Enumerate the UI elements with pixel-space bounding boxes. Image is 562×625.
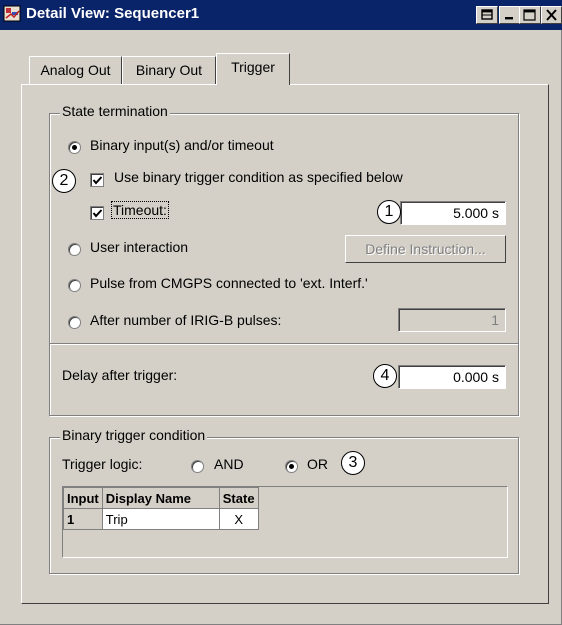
tab-analog-out[interactable]: Analog Out <box>29 56 122 84</box>
table-header-row: Input Display Name State <box>63 487 259 509</box>
window-title: Detail View: Sequencer1 <box>26 5 200 22</box>
close-button[interactable] <box>541 6 562 24</box>
radio-user-interaction[interactable] <box>68 243 81 256</box>
binary-trigger-legend: Binary trigger condition <box>60 427 208 443</box>
minimize-icon <box>505 17 513 20</box>
radio-irig-b-label: After number of IRIG-B pulses: <box>90 312 282 328</box>
column-header-input[interactable]: Input <box>63 487 103 509</box>
callout-1: 1 <box>377 200 401 224</box>
radio-pulse-cmgps-label: Pulse from CMGPS connected to 'ext. Inte… <box>90 275 368 291</box>
app-icon <box>3 4 23 24</box>
check-mark-icon <box>92 176 103 185</box>
state-termination-legend: State termination <box>60 103 170 119</box>
close-icon <box>546 9 557 21</box>
trigger-table: Input Display Name State 1 Trip X <box>63 487 259 530</box>
timeout-checkbox[interactable] <box>90 206 104 220</box>
radio-pulse-cmgps[interactable] <box>68 279 81 292</box>
irig-b-pulses-field[interactable]: 1 <box>398 308 506 332</box>
table-row[interactable]: 1 Trip X <box>63 508 259 530</box>
tab-label: Binary Out <box>135 62 203 78</box>
use-binary-label: Use binary trigger condition as specifie… <box>114 169 403 185</box>
trigger-logic-label: Trigger logic: <box>62 456 143 472</box>
column-header-display-name[interactable]: Display Name <box>101 487 220 509</box>
cell-input: 1 <box>63 508 103 530</box>
delay-separator <box>50 343 518 345</box>
radio-logic-or[interactable] <box>285 460 298 473</box>
radio-logic-and-label: AND <box>214 456 244 472</box>
minimize-button[interactable] <box>499 6 521 24</box>
radio-irig-b[interactable] <box>68 316 81 329</box>
callout-3: 3 <box>341 451 365 475</box>
radio-user-interaction-label: User interaction <box>90 239 189 255</box>
restore-button[interactable] <box>476 6 498 24</box>
delay-after-trigger-field[interactable]: 0.000 s <box>398 365 506 389</box>
callout-2: 2 <box>52 169 76 193</box>
column-header-state[interactable]: State <box>218 487 259 509</box>
tab-binary-out[interactable]: Binary Out <box>122 56 216 84</box>
radio-binary-input-label: Binary input(s) and/or timeout <box>90 137 274 153</box>
radio-logic-and[interactable] <box>191 460 204 473</box>
tab-label: Trigger <box>231 59 275 75</box>
maximize-icon <box>523 9 536 21</box>
tab-label: Analog Out <box>40 62 111 78</box>
use-binary-checkbox[interactable] <box>90 173 104 187</box>
check-mark-icon <box>92 209 103 218</box>
title-bar[interactable]: Detail View: Sequencer1 <box>0 0 562 30</box>
timeout-label: Timeout: <box>111 201 169 219</box>
tab-trigger[interactable]: Trigger <box>216 53 290 85</box>
maximize-button[interactable] <box>519 6 541 24</box>
trigger-inputs-table[interactable]: Input Display Name State 1 Trip X <box>62 486 508 558</box>
define-instruction-button[interactable]: Define Instruction... <box>345 235 506 263</box>
callout-4: 4 <box>373 364 397 388</box>
radio-binary-input[interactable] <box>68 141 81 154</box>
restore-icon <box>481 9 493 20</box>
delay-after-trigger-label: Delay after trigger: <box>62 367 178 383</box>
cell-state[interactable]: X <box>218 508 259 530</box>
timeout-field[interactable]: 5.000 s <box>400 201 506 225</box>
detail-view-window: Detail View: Sequencer1 Analog Out Binar… <box>0 0 562 625</box>
cell-display-name[interactable]: Trip <box>101 508 220 530</box>
radio-logic-or-label: OR <box>307 456 328 472</box>
